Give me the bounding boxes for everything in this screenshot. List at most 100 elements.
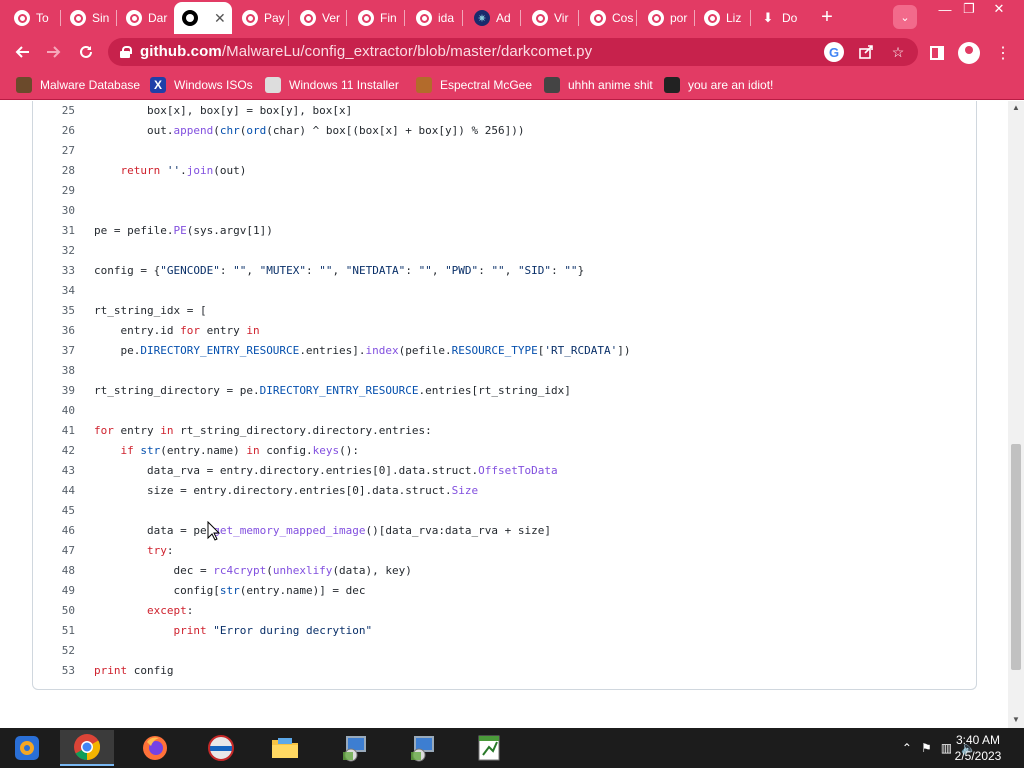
line-number[interactable]: 26 (33, 121, 75, 141)
clock[interactable]: 3:40 AM 2/5/2023 (946, 732, 1010, 764)
browser-tab[interactable]: Sin (62, 4, 114, 32)
address-bar[interactable]: github.com/MalwareLu/config_extractor/bl… (108, 38, 918, 66)
tab-label: Sin (92, 11, 110, 25)
line-number[interactable]: 31 (33, 221, 75, 241)
bookmark-item[interactable]: Windows 11 Installer (265, 76, 399, 94)
tab-label: Cos (612, 11, 634, 25)
virus-icon (474, 10, 490, 26)
browser-tab[interactable]: por (640, 4, 692, 32)
line-number[interactable]: 34 (33, 281, 75, 301)
code-line: 53 print config (33, 661, 973, 681)
tab-search-chevron-icon[interactable]: ⌄ (893, 5, 917, 29)
menu-kebab-icon[interactable]: ⋮ (992, 42, 1014, 64)
opera-icon (358, 10, 374, 26)
line-number[interactable]: 42 (33, 441, 75, 461)
browser-tab[interactable]: ida (408, 4, 460, 32)
file-explorer-icon[interactable] (258, 730, 312, 766)
browser-tab[interactable]: Cos (582, 4, 634, 32)
scroll-down-arrow-icon[interactable]: ▼ (1012, 715, 1020, 724)
installer-app-icon-2[interactable] (396, 730, 450, 766)
new-tab-button[interactable]: + (814, 5, 840, 29)
line-number[interactable]: 28 (33, 161, 75, 181)
share-icon[interactable] (856, 42, 876, 62)
bookmark-item[interactable]: uhhh anime shit (544, 76, 653, 94)
line-number[interactable]: 48 (33, 561, 75, 581)
browser-tab[interactable]: Pay (234, 4, 286, 32)
bookmark-star-icon[interactable]: ☆ (888, 42, 908, 62)
installer-app-icon[interactable] (328, 730, 382, 766)
browser-tab[interactable]: Fin (350, 4, 402, 32)
line-number[interactable]: 45 (33, 501, 75, 521)
google-lens-icon[interactable]: G (824, 42, 844, 62)
start-icon[interactable] (0, 730, 54, 766)
side-panel-icon[interactable] (926, 42, 948, 64)
line-number[interactable]: 47 (33, 541, 75, 561)
browser-tab[interactable]: ⬇ Do (752, 4, 804, 32)
browser-tab[interactable]: Liz (696, 4, 748, 32)
code-text: config = {"GENCODE": "", "MUTEX": "", "N… (94, 264, 585, 277)
profile-avatar-icon[interactable] (958, 42, 980, 64)
line-number[interactable]: 50 (33, 601, 75, 621)
browser-tab[interactable]: Dar (118, 4, 170, 32)
character-icon (416, 77, 432, 93)
flag-icon[interactable]: ⚑ (921, 741, 932, 755)
page-scrollbar[interactable]: ▲ ▼ (1008, 101, 1024, 728)
bookmark-item[interactable]: you are an idiot! (664, 76, 773, 94)
browser-tab[interactable]: ✕ (174, 2, 232, 34)
clock-date: 2/5/2023 (954, 749, 1002, 763)
tray-chevron-icon[interactable]: ⌃ (902, 741, 912, 755)
browser-tab[interactable]: To (6, 4, 58, 32)
code-line: 25 box[x], box[y] = box[y], box[x] (33, 101, 973, 121)
window-restore-button[interactable]: ❐ (954, 0, 984, 18)
notepad-app-icon[interactable] (462, 730, 516, 766)
opera-icon (532, 10, 548, 26)
browser-tab[interactable]: Vir (524, 4, 576, 32)
line-number[interactable]: 32 (33, 241, 75, 261)
line-number[interactable]: 53 (33, 661, 75, 681)
bookmark-item[interactable]: Malware Database (16, 76, 140, 94)
line-number[interactable]: 36 (33, 321, 75, 341)
browser-tab[interactable]: Ad (466, 4, 518, 32)
back-button[interactable] (8, 38, 36, 66)
line-number[interactable]: 35 (33, 301, 75, 321)
scroll-thumb[interactable] (1011, 444, 1021, 670)
bookmark-item[interactable]: X Windows ISOs (150, 76, 253, 94)
line-number[interactable]: 51 (33, 621, 75, 641)
line-number[interactable]: 39 (33, 381, 75, 401)
code-text: rt_string_idx = [ (94, 304, 207, 317)
forward-button[interactable] (40, 38, 68, 66)
lock-icon[interactable] (120, 46, 132, 58)
line-number[interactable]: 46 (33, 521, 75, 541)
line-number[interactable]: 38 (33, 361, 75, 381)
tab-separator (288, 10, 289, 26)
line-number[interactable]: 49 (33, 581, 75, 601)
reload-button[interactable] (72, 38, 100, 66)
code-text: config[str(entry.name)] = dec (94, 584, 366, 597)
bookmark-item[interactable]: Espectral McGee (416, 76, 532, 94)
browser-tab[interactable]: Ver (292, 4, 344, 32)
line-number[interactable]: 30 (33, 201, 75, 221)
windows-update-icon[interactable] (194, 730, 248, 766)
url-text[interactable]: github.com/MalwareLu/config_extractor/bl… (140, 43, 592, 60)
chrome-icon[interactable] (60, 730, 114, 766)
window-close-button[interactable]: ✕ (984, 0, 1014, 18)
line-number[interactable]: 29 (33, 181, 75, 201)
line-number[interactable]: 44 (33, 481, 75, 501)
line-number[interactable]: 37 (33, 341, 75, 361)
line-number[interactable]: 25 (33, 101, 75, 121)
line-number[interactable]: 52 (33, 641, 75, 661)
line-number[interactable]: 40 (33, 401, 75, 421)
opera-icon (704, 10, 720, 26)
code-text: size = entry.directory.entries[0].data.s… (94, 484, 479, 497)
code-text: if str(entry.name) in config.keys(): (120, 444, 359, 457)
scroll-up-arrow-icon[interactable]: ▲ (1012, 103, 1020, 112)
code-text: pe.DIRECTORY_ENTRY_RESOURCE.entries].ind… (94, 344, 631, 357)
tab-separator (694, 10, 695, 26)
tab-close-icon[interactable]: ✕ (214, 10, 226, 27)
opera-icon (242, 10, 258, 26)
line-number[interactable]: 41 (33, 421, 75, 441)
line-number[interactable]: 27 (33, 141, 75, 161)
firefox-icon[interactable] (128, 730, 182, 766)
line-number[interactable]: 33 (33, 261, 75, 281)
line-number[interactable]: 43 (33, 461, 75, 481)
